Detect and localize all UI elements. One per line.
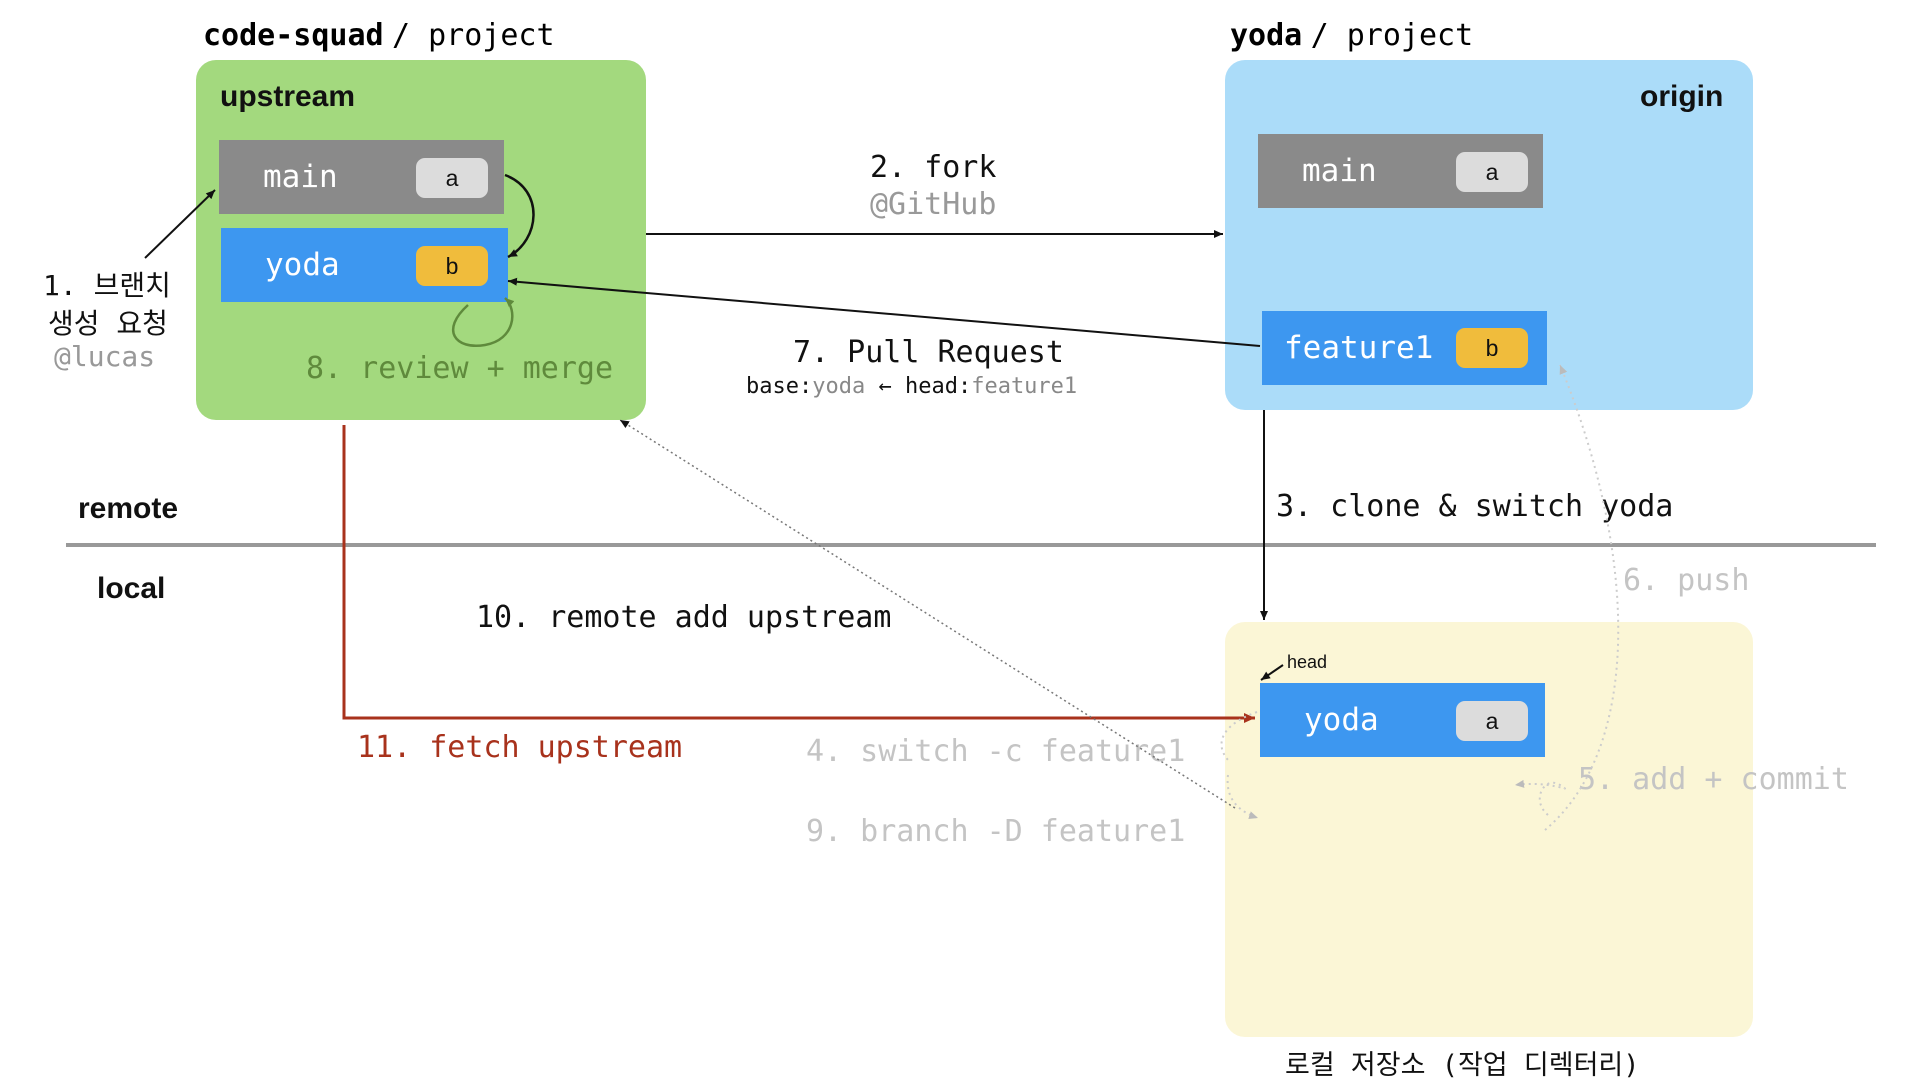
arrow-step-1 xyxy=(144,189,216,259)
arrow-step-7-pr xyxy=(507,277,1261,347)
arrow-main-to-yoda xyxy=(504,173,535,259)
arrow-head-pointer xyxy=(1260,664,1284,681)
arrow-step-6-push xyxy=(1544,364,1620,831)
arrow-step-5-commit xyxy=(1514,779,1566,816)
arrow-step-11-fetch xyxy=(342,425,1255,723)
arrow-step-9-delete xyxy=(1226,774,1259,819)
connector-overlay xyxy=(66,173,1876,831)
arrow-step-8-loop xyxy=(452,297,515,348)
arrow-step-10-remote-add xyxy=(619,419,1236,809)
